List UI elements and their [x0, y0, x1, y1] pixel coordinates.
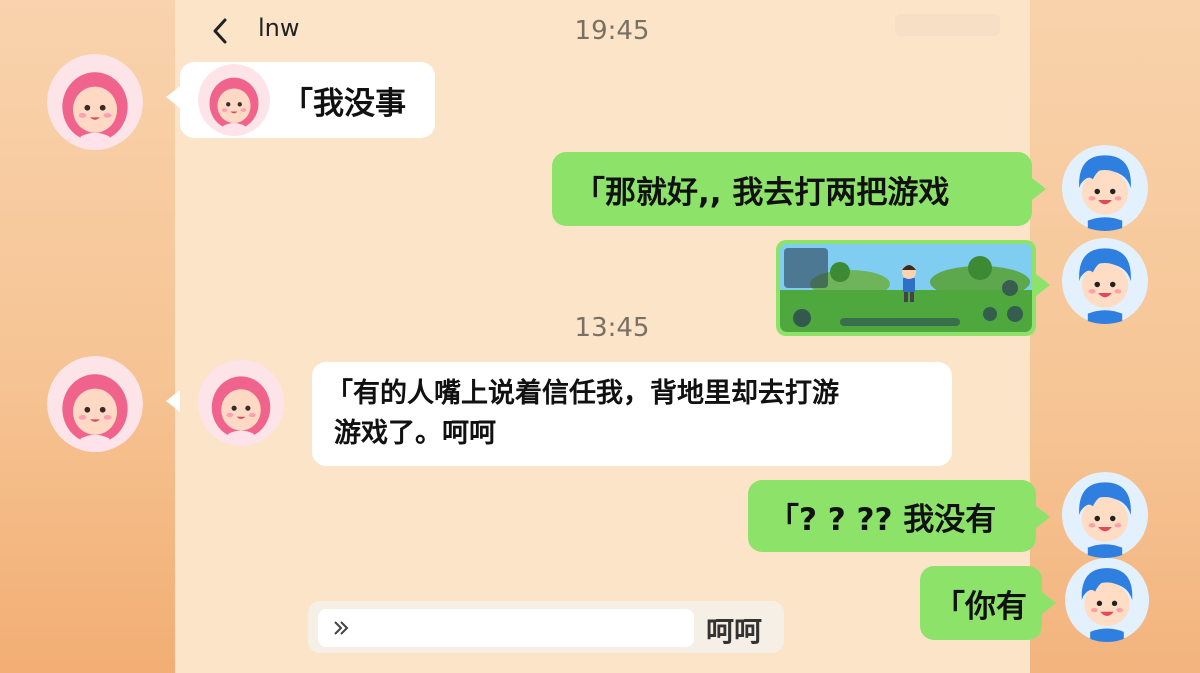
bubble-tail [1032, 178, 1046, 200]
girl-sticker-icon [196, 360, 286, 446]
girl-avatar[interactable] [47, 356, 143, 452]
game-scene-icon [780, 244, 1032, 332]
message-input[interactable] [318, 609, 694, 647]
bubble-tail [166, 390, 180, 412]
send-button[interactable]: 呵呵 [706, 610, 762, 650]
message-text: 「那就好,, 我去打两把游戏 [574, 174, 950, 211]
game-screenshot-image[interactable] [776, 240, 1036, 336]
message-bubble[interactable]: 「那就好,, 我去打两把游戏 [552, 152, 1032, 226]
message-text: 「? ? ?? 我没有 [768, 501, 997, 538]
message-bubble[interactable]: 「你有 [920, 566, 1042, 640]
girl-avatar[interactable] [47, 54, 143, 150]
boy-avatar[interactable] [1058, 145, 1152, 231]
back-button[interactable] [205, 14, 235, 48]
message-text: 「你有 [934, 588, 1027, 625]
message-bubble[interactable]: 「我没事 [180, 62, 435, 138]
girl-sticker-icon [198, 64, 270, 136]
header-right-area [895, 14, 1000, 36]
chevron-left-icon [213, 18, 227, 44]
double-chevron-right-icon [334, 621, 349, 635]
bubble-tail [1036, 274, 1050, 296]
boy-avatar[interactable] [1062, 558, 1152, 642]
message-text-line: 「有的人嘴上说着信任我，背地里却去打游 [326, 378, 839, 409]
message-bubble[interactable]: 「有的人嘴上说着信任我，背地里却去打游 游戏了。呵呵 [312, 362, 952, 466]
boy-avatar[interactable] [1058, 472, 1152, 558]
boy-avatar[interactable] [1058, 238, 1152, 324]
chat-title: lnw [258, 14, 300, 42]
timestamp: 13:45 [574, 313, 650, 343]
message-text-line: 游戏了。呵呵 [334, 418, 496, 449]
timestamp: 19:45 [574, 16, 650, 46]
bubble-tail [1036, 506, 1050, 528]
message-text: 「我没事 [282, 85, 406, 122]
message-bubble[interactable]: 「? ? ?? 我没有 [748, 480, 1036, 552]
bubble-tail [166, 86, 180, 108]
bubble-tail [1042, 592, 1056, 614]
